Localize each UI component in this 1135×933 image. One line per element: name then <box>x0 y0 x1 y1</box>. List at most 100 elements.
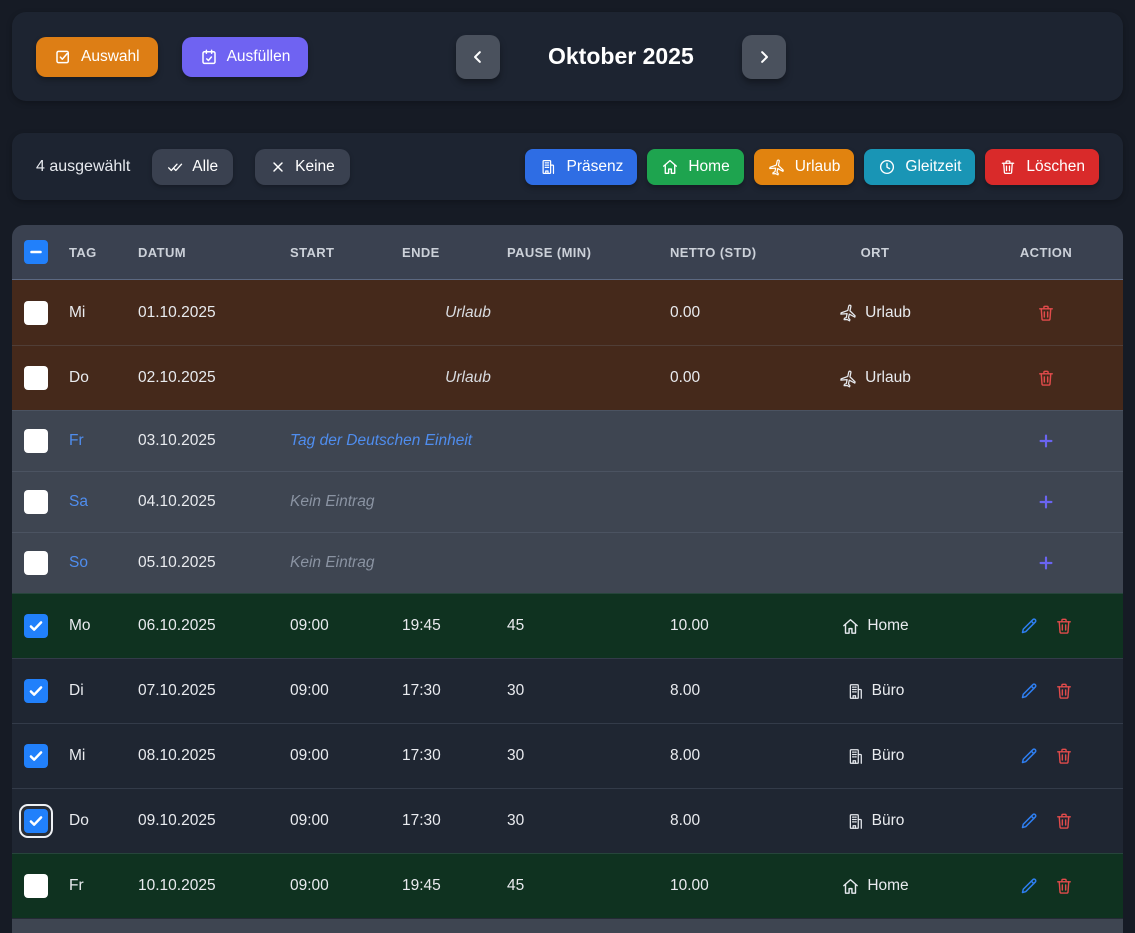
edit-icon[interactable] <box>1019 681 1039 701</box>
add-icon[interactable] <box>1036 492 1056 512</box>
row-checkbox[interactable] <box>24 490 48 514</box>
location-label: Home <box>867 877 908 895</box>
row-checkbox[interactable] <box>24 874 48 898</box>
bulk-loeschen-button[interactable]: Löschen <box>985 149 1099 185</box>
row-entry-label: Urlaub <box>278 369 658 387</box>
prev-month-button[interactable] <box>456 35 500 79</box>
table-row: Do 09.10.2025 09:00 17:30 30 8.00 Büro <box>12 788 1123 853</box>
clock-icon <box>878 158 896 176</box>
row-actions <box>968 681 1123 701</box>
bulk-home-button[interactable]: Home <box>647 149 743 185</box>
row-date: 01.10.2025 <box>126 304 278 322</box>
location-label: Urlaub <box>865 369 911 387</box>
select-all-checkbox[interactable] <box>24 240 48 264</box>
select-none-button[interactable]: Keine <box>255 149 350 185</box>
next-month-button[interactable] <box>742 35 786 79</box>
row-checkbox[interactable] <box>24 809 48 833</box>
office-icon <box>846 747 865 766</box>
delete-icon[interactable] <box>1054 811 1074 831</box>
header-checkbox-cell <box>12 240 57 264</box>
selection-bar: 4 ausgewählt Alle Keine Präsenz Home Urlau… <box>12 133 1123 200</box>
add-icon[interactable] <box>1036 431 1056 451</box>
plane-icon <box>839 303 858 322</box>
header-ort: ORT <box>782 245 968 260</box>
row-date: 08.10.2025 <box>126 747 278 765</box>
timesheet-table: TAG DATUM START ENDE PAUSE (MIN) NETTO (… <box>12 225 1123 933</box>
edit-icon[interactable] <box>1019 811 1039 831</box>
row-checkbox-cell <box>12 614 57 638</box>
delete-icon[interactable] <box>1036 303 1056 323</box>
row-checkbox[interactable] <box>24 366 48 390</box>
row-checkbox-cell <box>12 429 57 453</box>
row-day: Mo <box>57 617 126 635</box>
header-start: START <box>278 245 390 260</box>
row-date: 09.10.2025 <box>126 812 278 830</box>
row-netto: 8.00 <box>658 682 782 700</box>
calendar-check-icon <box>200 48 218 66</box>
row-day: Di <box>57 682 126 700</box>
location-label: Büro <box>872 812 905 830</box>
row-day: So <box>57 554 126 572</box>
edit-icon[interactable] <box>1019 746 1039 766</box>
row-end: 19:45 <box>390 877 495 895</box>
header-pause: PAUSE (MIN) <box>495 245 658 260</box>
row-entry-label: Tag der Deutschen Einheit <box>278 432 658 450</box>
row-start: 09:00 <box>278 877 390 895</box>
row-checkbox[interactable] <box>24 551 48 575</box>
bulk-home-label: Home <box>688 158 729 176</box>
row-start: 09:00 <box>278 747 390 765</box>
row-checkbox[interactable] <box>24 429 48 453</box>
row-netto: 8.00 <box>658 812 782 830</box>
row-date: 06.10.2025 <box>126 617 278 635</box>
bulk-praesenz-label: Präsenz <box>566 158 623 176</box>
delete-icon[interactable] <box>1036 368 1056 388</box>
row-checkbox[interactable] <box>24 301 48 325</box>
auswahl-button[interactable]: Auswahl <box>36 37 158 77</box>
select-all-button[interactable]: Alle <box>152 149 233 185</box>
row-pause: 30 <box>495 812 658 830</box>
row-checkbox-cell <box>12 809 57 833</box>
table-row: Di 07.10.2025 09:00 17:30 30 8.00 Büro <box>12 658 1123 723</box>
location-label: Urlaub <box>865 304 911 322</box>
row-end: 17:30 <box>390 812 495 830</box>
row-checkbox-cell <box>12 744 57 768</box>
add-icon[interactable] <box>1036 553 1056 573</box>
row-netto: 10.00 <box>658 617 782 635</box>
bulk-praesenz-button[interactable]: Präsenz <box>525 149 637 185</box>
delete-icon[interactable] <box>1054 746 1074 766</box>
row-actions <box>968 553 1123 573</box>
table-row: Fr 10.10.2025 09:00 19:45 45 10.00 Home <box>12 853 1123 918</box>
row-checkbox[interactable] <box>24 614 48 638</box>
row-location: Büro <box>782 747 968 766</box>
row-date: 03.10.2025 <box>126 432 278 450</box>
delete-icon[interactable] <box>1054 681 1074 701</box>
select-all-label: Alle <box>192 158 218 176</box>
bulk-urlaub-label: Urlaub <box>795 158 841 176</box>
row-day: Sa <box>57 493 126 511</box>
row-checkbox[interactable] <box>24 679 48 703</box>
delete-icon[interactable] <box>1054 876 1074 896</box>
ausfuellen-button[interactable]: Ausfüllen <box>182 37 309 77</box>
home-icon <box>841 617 860 636</box>
row-checkbox[interactable] <box>24 744 48 768</box>
select-none-label: Keine <box>295 158 335 176</box>
edit-icon[interactable] <box>1019 616 1039 636</box>
table-row: Sa 04.10.2025 Kein Eintrag <box>12 471 1123 532</box>
location-label: Home <box>867 617 908 635</box>
row-checkbox-cell <box>12 679 57 703</box>
top-toolbar: Auswahl Ausfüllen Oktober 2025 <box>12 12 1123 101</box>
row-entry-label: Kein Eintrag <box>278 493 658 511</box>
row-date: 02.10.2025 <box>126 369 278 387</box>
table-row: So 05.10.2025 Kein Eintrag <box>12 532 1123 593</box>
selected-count: 4 ausgewählt <box>36 158 130 176</box>
double-check-icon <box>167 159 183 175</box>
delete-icon[interactable] <box>1054 616 1074 636</box>
row-end: 19:45 <box>390 617 495 635</box>
row-location: Urlaub <box>782 303 968 322</box>
edit-icon[interactable] <box>1019 876 1039 896</box>
row-actions <box>968 492 1123 512</box>
row-checkbox-cell <box>12 301 57 325</box>
bulk-urlaub-button[interactable]: Urlaub <box>754 149 855 185</box>
location-label: Büro <box>872 682 905 700</box>
bulk-gleitzeit-button[interactable]: Gleitzeit <box>864 149 975 185</box>
